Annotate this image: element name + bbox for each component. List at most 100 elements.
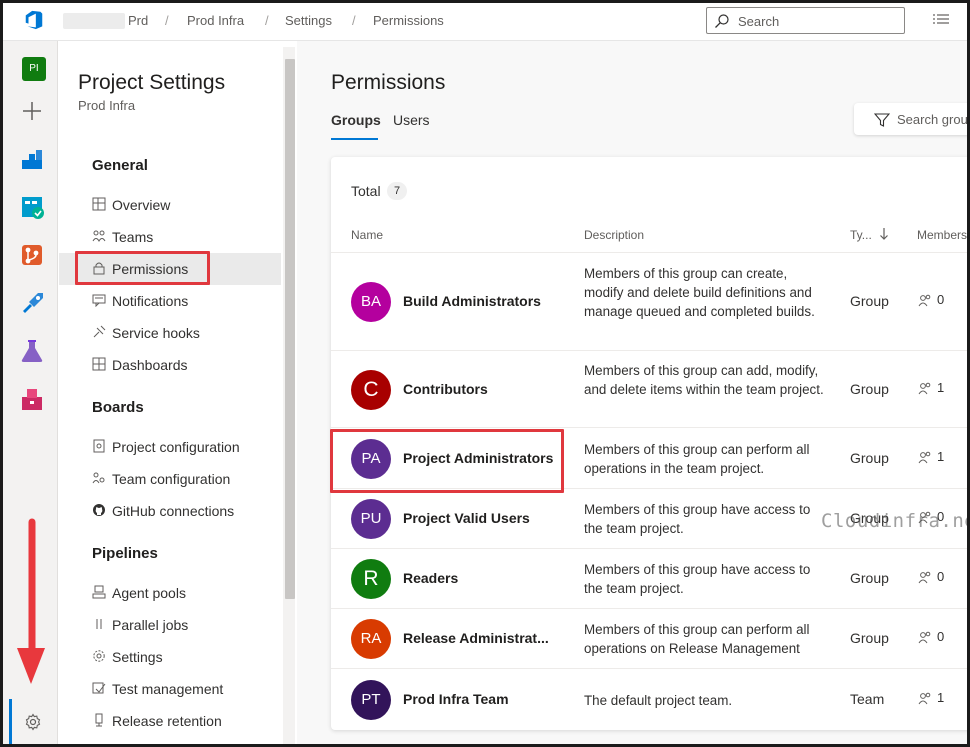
search-input[interactable]: Search <box>706 7 905 34</box>
overview-icon[interactable] <box>18 145 46 173</box>
nav-item-label: Service hooks <box>112 325 200 341</box>
list-menu-icon[interactable] <box>932 12 950 28</box>
members-icon <box>918 692 931 705</box>
breadcrumb-separator: / <box>265 13 269 28</box>
tab-groups[interactable]: Groups <box>331 112 381 128</box>
window-frame: Prd / Prod Infra / Settings / Permission… <box>0 0 970 747</box>
watermark: Cloudinfra.net <box>821 510 967 532</box>
group-name[interactable]: Project Valid Users <box>403 510 530 526</box>
sort-descending-icon[interactable] <box>879 227 889 241</box>
project-avatar[interactable]: PI <box>22 57 46 81</box>
nav-item-label: Release retention <box>112 713 222 729</box>
breadcrumb-org[interactable]: Prd <box>128 13 148 28</box>
organization-name-redacted <box>63 13 125 29</box>
members-icon <box>918 382 931 394</box>
add-icon[interactable] <box>18 97 46 125</box>
nav-item-release-retention[interactable]: Release retention <box>59 705 281 737</box>
group-avatar: PU <box>351 499 391 539</box>
test-plans-icon[interactable] <box>18 337 46 365</box>
nav-item-overview[interactable]: Overview <box>59 189 281 221</box>
groups-table-card: Total 7 Name Description Ty... Members B… <box>331 157 967 730</box>
group-description: Members of this group have access to the… <box>584 562 811 596</box>
group-description: Members of this group have access to the… <box>584 502 811 536</box>
total-label: Total <box>351 183 381 199</box>
table-row[interactable]: PA Project Administrators Members of this … <box>331 427 967 488</box>
group-name[interactable]: Readers <box>403 570 458 586</box>
table-row[interactable]: PT Prod Infra Team The default project tea… <box>331 668 967 730</box>
nav-item-service-hooks[interactable]: Service hooks <box>59 317 281 349</box>
nav-item-team-configuration[interactable]: Team configuration <box>59 463 281 495</box>
group-avatar: BA <box>351 282 391 322</box>
nav-item-parallel-jobs[interactable]: Parallel jobs <box>59 609 281 641</box>
group-description: Members of this group can create, modify… <box>584 266 815 319</box>
nav-item-dashboards[interactable]: Dashboards <box>59 349 281 381</box>
nav-scrollbar-thumb[interactable] <box>285 59 295 599</box>
nav-item-label: Agent pools <box>112 585 186 601</box>
lock-icon <box>93 262 105 275</box>
nav-item-teams[interactable]: Teams <box>59 221 281 253</box>
members-count: 1 <box>937 379 945 395</box>
nav-item-project-configuration[interactable]: Project configuration <box>59 431 281 463</box>
dashboards-icon <box>92 357 106 371</box>
search-icon <box>715 14 729 28</box>
nav-item-label: GitHub connections <box>112 503 235 519</box>
group-name[interactable]: Release Administrat... <box>403 630 549 646</box>
table-row[interactable]: BA Build Administrators Members of this gr… <box>331 252 967 350</box>
boards-icon[interactable] <box>18 193 46 221</box>
agent-pools-icon <box>92 585 106 599</box>
nav-item-permissions[interactable]: Permissions <box>59 253 281 285</box>
group-description: Members of this group can perform all op… <box>584 441 810 476</box>
breadcrumb-permissions[interactable]: Permissions <box>373 13 444 28</box>
nav-item-label: Project configuration <box>112 439 240 455</box>
nav-item-github-connections[interactable]: GitHub connections <box>59 495 281 527</box>
nav-item-agent-pools[interactable]: Agent pools <box>59 577 281 609</box>
artifacts-icon[interactable] <box>18 385 46 413</box>
group-description: The default project team. <box>584 692 733 708</box>
search-groups-input[interactable]: Search groups <box>854 103 967 135</box>
nav-item-notifications[interactable]: Notifications <box>59 285 281 317</box>
top-bar: Prd / Prod Infra / Settings / Permission… <box>3 3 967 41</box>
group-name[interactable]: Project Administrators <box>403 450 553 466</box>
project-configuration-icon <box>93 439 105 453</box>
nav-item-test-management[interactable]: Test management <box>59 673 281 705</box>
nav-item-settings[interactable]: Settings <box>59 641 281 673</box>
members-icon <box>918 294 931 307</box>
nav-section-pipelines: Pipelines <box>92 545 158 562</box>
column-header-type[interactable]: Ty... <box>850 228 872 242</box>
nav-item-label: Overview <box>112 197 171 213</box>
github-icon <box>93 504 105 516</box>
breadcrumb-settings[interactable]: Settings <box>285 13 332 28</box>
test-management-icon <box>92 682 106 694</box>
settings-gear-icon <box>93 650 105 662</box>
service-hooks-icon <box>93 325 106 338</box>
breadcrumb-project[interactable]: Prod Infra <box>187 13 244 28</box>
group-name[interactable]: Build Administrators <box>403 293 541 309</box>
group-avatar: RA <box>351 619 391 659</box>
notifications-icon <box>92 294 106 307</box>
release-retention-icon <box>95 713 103 727</box>
column-header-description[interactable]: Description <box>584 228 644 242</box>
page-title: Permissions <box>331 71 446 94</box>
filter-icon <box>874 113 890 127</box>
repos-icon[interactable] <box>18 241 46 269</box>
table-row[interactable]: R Readers Members of this group have acces… <box>331 548 967 608</box>
members-icon <box>918 451 931 463</box>
pipelines-icon[interactable] <box>18 289 46 317</box>
project-settings-gear-icon[interactable] <box>24 713 42 731</box>
azure-devops-logo-icon[interactable] <box>23 9 45 31</box>
column-header-members[interactable]: Members <box>917 228 967 242</box>
column-header-name[interactable]: Name <box>351 228 383 242</box>
nav-item-label: Test management <box>112 681 224 697</box>
table-row[interactable]: C Contributors Members of this group can a… <box>331 350 967 427</box>
tab-users[interactable]: Users <box>393 112 430 128</box>
team-configuration-icon <box>92 472 105 484</box>
group-name[interactable]: Contributors <box>403 381 488 397</box>
search-placeholder: Search <box>738 14 780 29</box>
nav-title: Project Settings <box>78 71 226 94</box>
nav-item-label: Settings <box>112 649 163 665</box>
active-tab-indicator <box>331 138 378 140</box>
table-row[interactable]: RA Release Administrat... Members of this … <box>331 608 967 668</box>
group-type: Group <box>850 380 889 397</box>
group-name[interactable]: Prod Infra Team <box>403 691 509 707</box>
members-icon <box>918 631 931 644</box>
